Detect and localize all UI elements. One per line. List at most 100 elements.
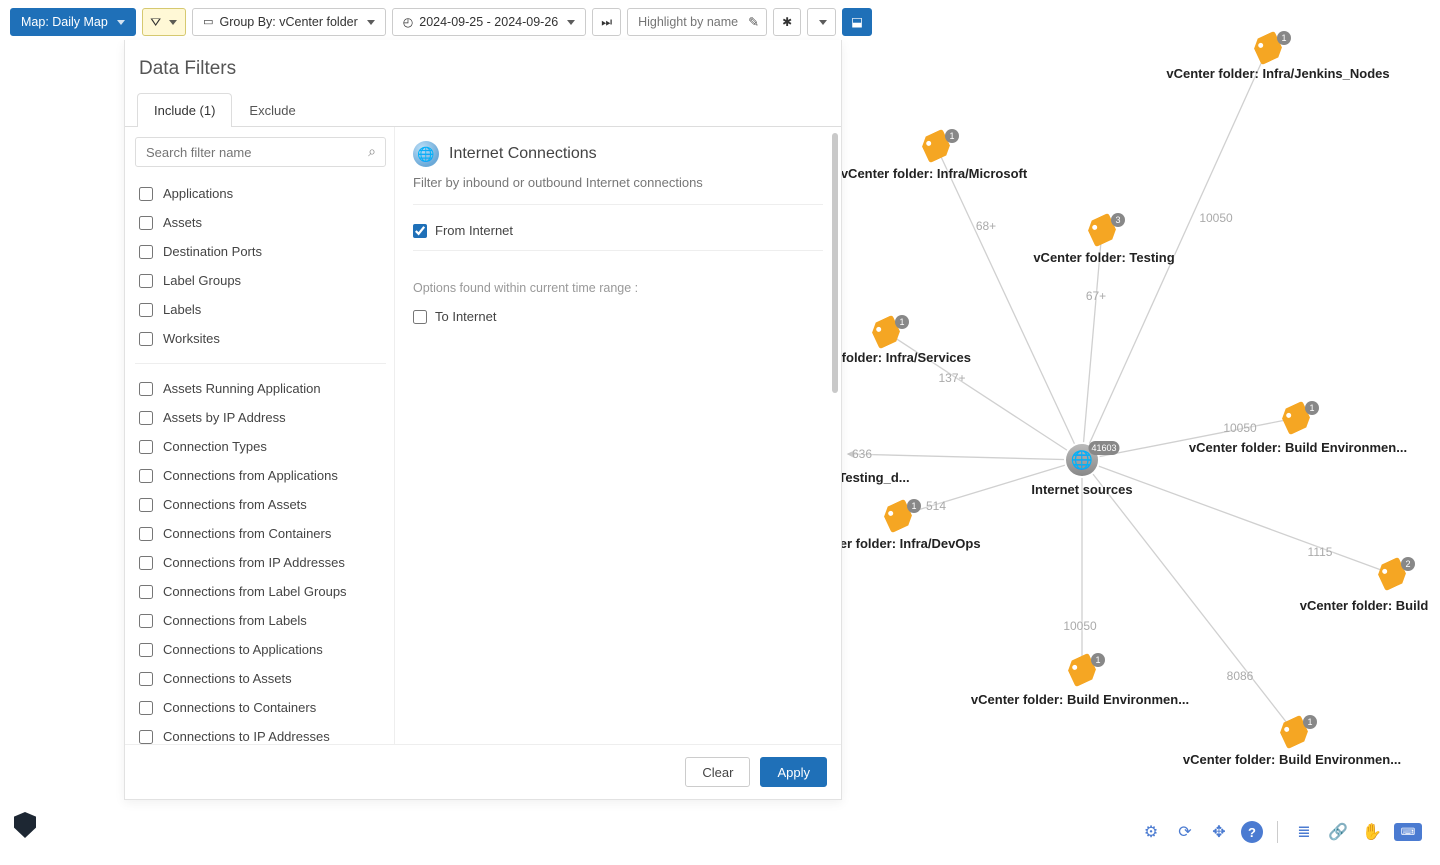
help-icon[interactable]: ? [1241, 821, 1263, 843]
pan-icon[interactable]: ✋ [1360, 820, 1384, 844]
apply-button[interactable]: Apply [760, 757, 827, 787]
filter-item[interactable]: Worksites [135, 324, 386, 353]
detail-title: Internet Connections [449, 145, 597, 163]
edge-label: 8086 [1227, 669, 1254, 683]
from-internet-row[interactable]: From Internet [413, 219, 823, 242]
filter-item[interactable]: Connections to IP Addresses [135, 722, 386, 744]
filter-item-checkbox[interactable] [139, 556, 153, 570]
filter-item-checkbox[interactable] [139, 440, 153, 454]
forward-button[interactable] [592, 8, 621, 36]
filter-item-checkbox[interactable] [139, 527, 153, 541]
save-button[interactable] [842, 8, 872, 36]
folder-tag-icon[interactable] [1279, 401, 1314, 436]
filter-item-checkbox[interactable] [139, 701, 153, 715]
filter-item-checkbox[interactable] [139, 730, 153, 744]
refresh-icon[interactable]: ⟳ [1173, 820, 1197, 844]
filter-item[interactable]: Assets Running Application [135, 374, 386, 403]
filter-item-checkbox[interactable] [139, 498, 153, 512]
globe-icon: 🌐 [413, 141, 439, 167]
filter-item[interactable]: Connections from Assets [135, 490, 386, 519]
folder-tag-icon[interactable] [1085, 213, 1120, 248]
filter-item-checkbox[interactable] [139, 469, 153, 483]
filter-item-checkbox[interactable] [139, 585, 153, 599]
filter-item-checkbox[interactable] [139, 643, 153, 657]
filter-item-label: Destination Ports [163, 244, 262, 259]
folder-tag-icon[interactable] [869, 315, 904, 350]
filter-item[interactable]: Labels [135, 295, 386, 324]
filter-item-label: Assets [163, 215, 202, 230]
detail-subtitle: Filter by inbound or outbound Internet c… [413, 175, 823, 190]
filter-item-label: Label Groups [163, 273, 241, 288]
filter-item[interactable]: Connections to Assets [135, 664, 386, 693]
filter-item[interactable]: Connections to Containers [135, 693, 386, 722]
filter-item[interactable]: Assets by IP Address [135, 403, 386, 432]
options-note: Options found within current time range … [413, 281, 823, 295]
folder-tag-icon[interactable] [881, 499, 916, 534]
tab-include[interactable]: Include (1) [137, 93, 232, 127]
clear-button[interactable]: Clear [685, 757, 750, 787]
filter-item[interactable]: Applications [135, 179, 386, 208]
filter-item[interactable]: Label Groups [135, 266, 386, 295]
folder-tag-icon[interactable] [1277, 715, 1312, 750]
internet-sources-node[interactable]: 🌐 [1066, 444, 1098, 476]
node-badge: 1 [1091, 653, 1105, 667]
filter-item-checkbox[interactable] [139, 216, 153, 230]
filter-item[interactable]: Destination Ports [135, 237, 386, 266]
groupby-select[interactable]: Group By: vCenter folder [192, 8, 386, 36]
filter-item-checkbox[interactable] [139, 332, 153, 346]
link-icon[interactable]: 🔗 [1326, 820, 1350, 844]
edge-label: 514 [926, 499, 946, 513]
layout-dropdown[interactable] [807, 8, 836, 36]
filter-item-checkbox[interactable] [139, 411, 153, 425]
folder-tag-icon[interactable] [919, 129, 954, 164]
map-select-label: Map: Daily Map [21, 15, 108, 29]
to-internet-checkbox[interactable] [413, 310, 427, 324]
to-internet-label: To Internet [435, 309, 496, 324]
filter-button[interactable] [142, 8, 186, 36]
filter-item[interactable]: Connections from Containers [135, 519, 386, 548]
layout-icon [782, 16, 792, 29]
filter-item-label: Worksites [163, 331, 220, 346]
node-label: ter folder: Infra/DevOps [835, 536, 980, 551]
node-badge: 1 [1303, 715, 1317, 729]
settings-icon[interactable]: ⚙ [1139, 820, 1163, 844]
filter-item-checkbox[interactable] [139, 303, 153, 317]
filter-item-checkbox[interactable] [139, 245, 153, 259]
folder-tag-icon[interactable] [1065, 653, 1100, 688]
to-internet-row[interactable]: To Internet [413, 305, 823, 328]
filter-item-checkbox[interactable] [139, 274, 153, 288]
keyboard-icon[interactable]: ⌨ [1394, 823, 1422, 841]
filter-item[interactable]: Assets [135, 208, 386, 237]
filter-item[interactable]: Connections from Applications [135, 461, 386, 490]
filter-item[interactable]: Connections to Applications [135, 635, 386, 664]
filter-item-checkbox[interactable] [139, 614, 153, 628]
layout-button[interactable] [773, 8, 801, 36]
filter-search-input[interactable] [135, 137, 386, 167]
filter-item-label: Connections from Containers [163, 526, 331, 541]
filter-item-label: Connections to Applications [163, 642, 323, 657]
tab-exclude[interactable]: Exclude [232, 93, 312, 127]
map-toolstrip: ⚙ ⟳ ✥ ? ≣ 🔗 ✋ ⌨ [1139, 820, 1422, 844]
filter-item[interactable]: Connection Types [135, 432, 386, 461]
filter-item-checkbox[interactable] [139, 382, 153, 396]
filter-item[interactable]: Connections from Label Groups [135, 577, 386, 606]
highlight-input[interactable] [627, 8, 767, 36]
filter-item-checkbox[interactable] [139, 187, 153, 201]
search-icon [368, 144, 376, 158]
edge-label: 68+ [976, 219, 996, 233]
list-icon[interactable]: ≣ [1292, 820, 1316, 844]
fit-icon[interactable]: ✥ [1207, 820, 1231, 844]
node-badge: 1 [907, 499, 921, 513]
panel-title: Data Filters [125, 40, 841, 92]
from-internet-checkbox[interactable] [413, 224, 427, 238]
node-label: vCenter folder: Infra/Microsoft [841, 166, 1027, 181]
filter-item[interactable]: Connections from IP Addresses [135, 548, 386, 577]
detail-header: 🌐 Internet Connections [413, 141, 823, 167]
filter-item-checkbox[interactable] [139, 672, 153, 686]
data-filters-panel: Data Filters Include (1) Exclude Applica… [124, 40, 842, 800]
daterange-select[interactable]: 2024-09-25 - 2024-09-26 [392, 8, 586, 36]
map-select[interactable]: Map: Daily Map [10, 8, 136, 36]
folder-tag-icon[interactable] [1375, 557, 1410, 592]
filter-item[interactable]: Connections from Labels [135, 606, 386, 635]
groupby-label: Group By: vCenter folder [220, 15, 358, 29]
